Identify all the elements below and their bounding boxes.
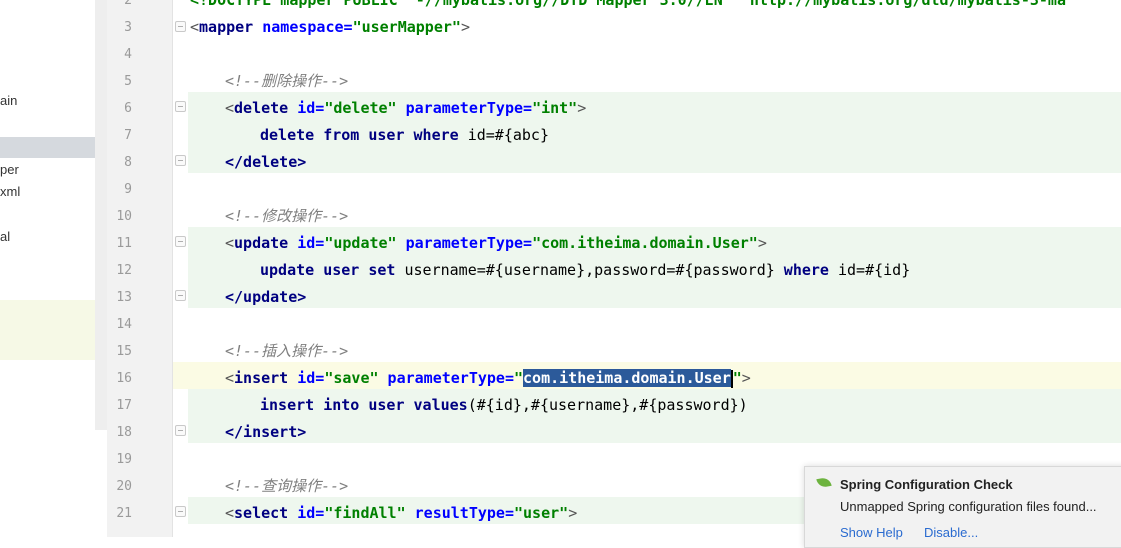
tag-highlight-row [188, 281, 1121, 308]
line-number: 18 [116, 425, 132, 440]
bracket: < [190, 18, 200, 36]
sql-text: username=#{username},password=#{password… [395, 261, 784, 279]
bracket: < [225, 504, 235, 522]
attr-name: namespace= [253, 18, 353, 36]
code-line-13: </update> [225, 288, 307, 306]
tag-name: select [234, 504, 289, 522]
line-number: 4 [124, 47, 132, 62]
tree-item[interactable]: xml [0, 184, 20, 199]
attr-value: "findAll" [324, 504, 406, 522]
bracket: > [568, 504, 578, 522]
code-line-17: insert into user values(#{id},#{username… [260, 392, 748, 419]
tag-name: mapper [199, 18, 254, 36]
code-line-7: delete from user where id=#{abc} [260, 122, 549, 149]
attr-value: "user" [514, 504, 569, 522]
line-number: 12 [116, 263, 132, 278]
bracket: > [577, 99, 587, 117]
attr-value: "com.itheima.domain.User" [532, 234, 758, 252]
line-number: 2 [124, 0, 132, 8]
line-number: 3 [124, 20, 132, 35]
comment-select: <!--查询操作--> [225, 477, 349, 495]
bracket: < [225, 99, 235, 117]
code-line-2: <!DOCTYPE mapper PUBLIC "-//mybatis.org/… [190, 0, 1066, 9]
attr-value: "int" [532, 99, 578, 117]
tag-name: update [234, 234, 289, 252]
tag-name: insert [234, 369, 289, 387]
comment-insert: <!--插入操作--> [225, 342, 349, 360]
tree-item[interactable]: al [0, 229, 10, 244]
attr-name: id= [288, 369, 325, 387]
tree-selected-row[interactable] [0, 137, 107, 158]
attr-value: "userMapper" [352, 18, 461, 36]
line-number: 19 [116, 452, 132, 467]
code-line-21: <select id="findAll" resultType="user"> [225, 500, 577, 527]
code-line-6: <delete id="delete" parameterType="int"> [225, 95, 586, 122]
line-number: 10 [116, 209, 132, 224]
line-number: 8 [124, 155, 132, 170]
quote: " [514, 369, 524, 387]
line-number: 9 [124, 182, 132, 197]
tree-scrollbar[interactable] [95, 0, 107, 430]
line-number: 6 [124, 101, 132, 116]
attr-value: "update" [324, 234, 397, 252]
attr-name: id= [288, 234, 325, 252]
line-number: 21 [116, 506, 132, 521]
tree-item[interactable]: per [0, 162, 19, 177]
code-editor[interactable]: <!DOCTYPE mapper PUBLIC "-//mybatis.org/… [173, 0, 1121, 537]
sql-text: (#{id},#{username},#{password}) [467, 396, 748, 414]
bracket: < [225, 369, 235, 387]
disable-link[interactable]: Disable... [924, 525, 978, 540]
quote: " [732, 369, 742, 387]
tag-name: delete [234, 99, 289, 117]
bracket: > [741, 369, 751, 387]
attr-name: parameterType= [396, 234, 533, 252]
code-line-16: <insert id="save" parameterType="com.ith… [225, 365, 751, 392]
spring-config-notification[interactable]: Spring Configuration Check Unmapped Spri… [804, 466, 1121, 548]
line-number: 15 [116, 344, 132, 359]
notification-title: Spring Configuration Check [840, 477, 1013, 492]
line-number: 13 [116, 290, 132, 305]
code-line-11: <update id="update" parameterType="com.i… [225, 230, 767, 257]
comment-update: <!--修改操作--> [225, 207, 349, 225]
sql-text: id=#{abc} [458, 126, 549, 144]
sql-keyword: update user set [260, 261, 396, 279]
line-number: 11 [116, 236, 132, 251]
tree-highlight-band [0, 300, 107, 360]
code-line-18: </insert> [225, 423, 307, 441]
code-line-8: </delete> [225, 153, 307, 171]
sql-text: id=#{id} [828, 261, 911, 279]
sql-keyword: where [783, 261, 829, 279]
comment-delete: <!--删除操作--> [225, 72, 349, 90]
tree-item[interactable]: ain [0, 93, 17, 108]
notification-message: Unmapped Spring configuration files foun… [840, 499, 1097, 514]
attr-name: parameterType= [378, 369, 514, 387]
attr-name: id= [288, 99, 325, 117]
bracket: > [757, 234, 767, 252]
sql-keyword: insert into user values [260, 396, 468, 414]
bracket: < [225, 234, 235, 252]
spring-leaf-icon [816, 476, 832, 489]
attr-value: "delete" [324, 99, 397, 117]
line-number: 16 [116, 371, 132, 386]
line-number: 5 [124, 74, 132, 89]
line-number: 20 [116, 479, 132, 494]
line-number: 17 [116, 398, 132, 413]
selected-text[interactable]: com.itheima.domain.User [523, 369, 731, 387]
show-help-link[interactable]: Show Help [840, 525, 903, 540]
code-line-3: <mapper namespace="userMapper"> [190, 14, 470, 41]
bracket: > [460, 18, 470, 36]
tag-highlight-row [188, 416, 1121, 443]
project-tree-panel: ain per xml al [0, 0, 107, 537]
code-line-12: update user set username=#{username},pas… [260, 257, 910, 284]
line-number: 14 [116, 317, 132, 332]
line-number: 7 [124, 128, 132, 143]
attr-name: id= [288, 504, 325, 522]
attr-value: "save" [324, 369, 379, 387]
attr-name: parameterType= [396, 99, 533, 117]
sql-keyword: delete from user where [260, 126, 459, 144]
attr-name: resultType= [405, 504, 514, 522]
tag-highlight-row [188, 146, 1121, 173]
